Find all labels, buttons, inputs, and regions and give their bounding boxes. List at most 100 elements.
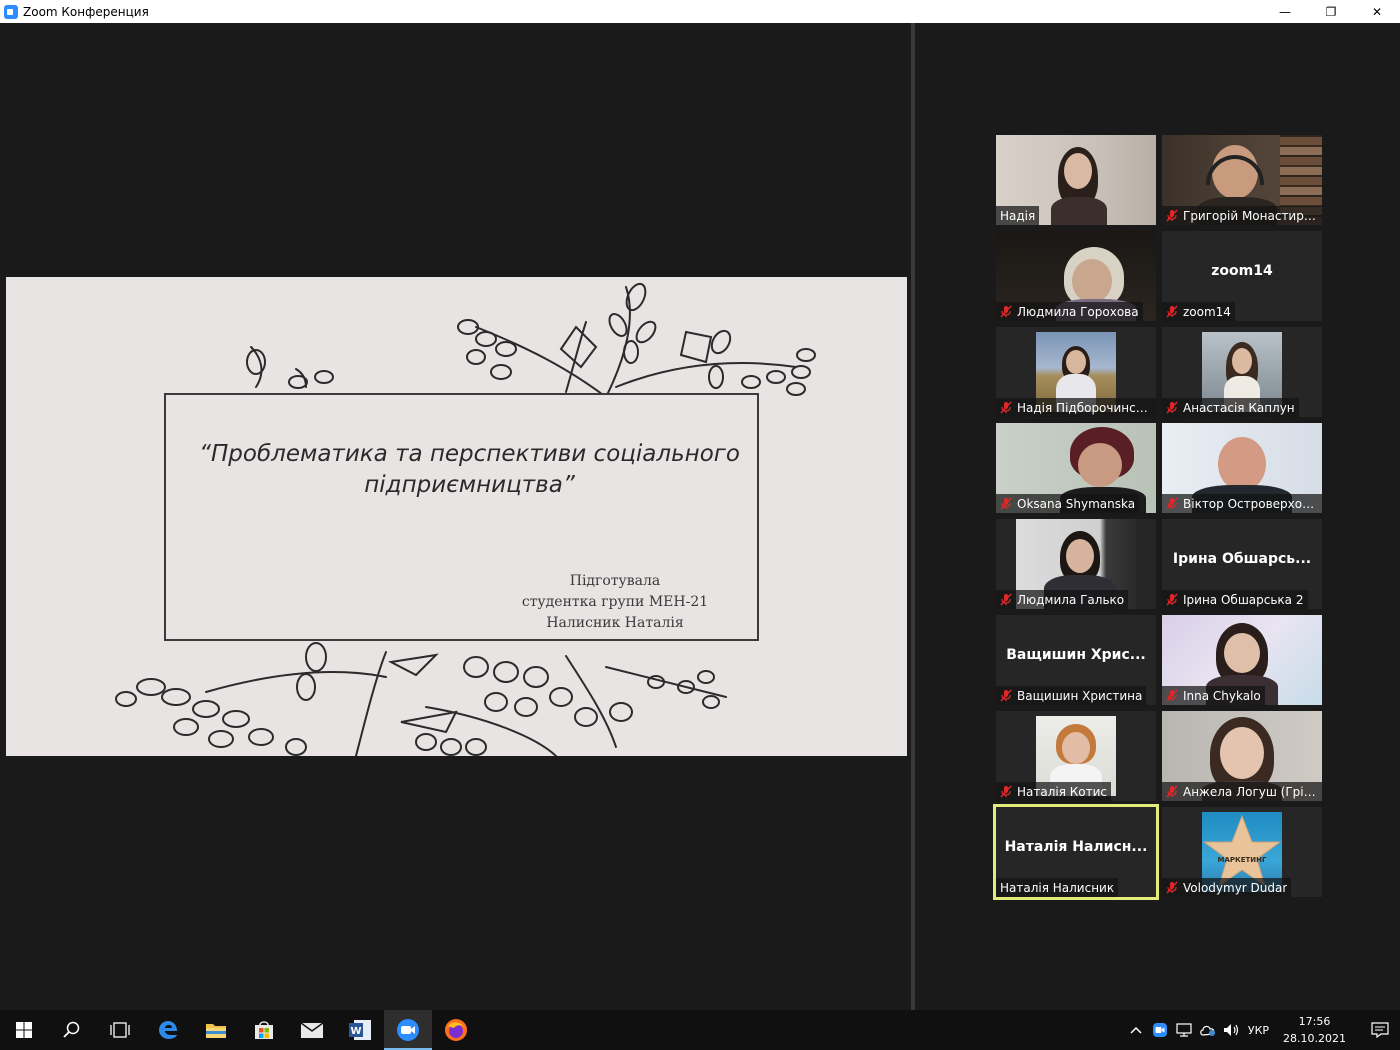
mic-muted-icon — [1166, 401, 1178, 414]
keyboard-language[interactable]: УКР — [1248, 1024, 1269, 1037]
participant-name-label: Анжела Логуш (Гріщ... — [1162, 782, 1322, 801]
participant-name-label: Надія — [996, 206, 1040, 225]
participant-name: Ірина Обшарська 2 — [1183, 592, 1304, 607]
notification-icon[interactable] — [1360, 1010, 1400, 1050]
participant-name: Наталія Котис — [1017, 784, 1108, 799]
zoom-tray-icon[interactable] — [1148, 1010, 1172, 1050]
participant-name: Inna Chykalo — [1183, 688, 1261, 703]
participant-name-label: Віктор Островерхов ... — [1162, 494, 1322, 513]
participant-name-label: Анастасія Каплун — [1162, 398, 1299, 417]
system-clock[interactable]: 17:56 28.10.2021 — [1283, 1013, 1346, 1047]
participant-name: Ващишин Христина — [1017, 688, 1143, 703]
mic-muted-icon — [1166, 593, 1178, 606]
participant-name-label: Григорій Монастирс... — [1162, 206, 1322, 225]
participant-name-label: Надія Підборочинська — [996, 398, 1156, 417]
participant-name: Людмила Галько — [1017, 592, 1125, 607]
clock-date: 28.10.2021 — [1283, 1032, 1346, 1045]
participant-name: Анжела Логуш (Гріщ... — [1183, 784, 1318, 799]
edge-icon[interactable] — [144, 1010, 192, 1050]
volume-icon[interactable] — [1220, 1010, 1244, 1050]
mic-muted-icon — [1000, 401, 1012, 414]
participant-tile[interactable]: МАРКЕТИНГ Volodymyr Dudar — [1162, 807, 1322, 897]
participant-display-name: zoom14 — [1211, 263, 1273, 279]
mic-muted-icon — [1000, 785, 1012, 798]
participant-name: Віктор Островерхов ... — [1183, 496, 1318, 511]
participant-name: Volodymyr Dudar — [1183, 880, 1288, 895]
participant-tile[interactable]: Людмила Галько — [996, 519, 1156, 609]
system-tray: УКР 17:56 28.10.2021 — [1124, 1010, 1400, 1050]
participant-tile[interactable]: Наталія Котис — [996, 711, 1156, 801]
window-titlebar: Zoom Конференция — ❐ ✕ — [0, 0, 1400, 23]
close-button[interactable]: ✕ — [1354, 0, 1400, 23]
svg-text:W: W — [350, 1026, 361, 1037]
participant-tile[interactable]: Людмила Горохова — [996, 231, 1156, 321]
participant-name-label: Ващишин Христина — [996, 686, 1147, 705]
task-view-icon[interactable] — [96, 1010, 144, 1050]
slide-author-line: Підготувала — [569, 573, 661, 589]
participant-name: zoom14 — [1183, 304, 1231, 319]
participant-name: Надія — [1000, 208, 1036, 223]
participant-name: Наталія Налисник — [1000, 880, 1115, 895]
participant-tile[interactable]: Анастасія Каплун — [1162, 327, 1322, 417]
maximize-button[interactable]: ❐ — [1308, 0, 1354, 23]
participant-name-label: Наталія Котис — [996, 782, 1112, 801]
participant-name-label: Ірина Обшарська 2 — [1162, 590, 1308, 609]
word-icon[interactable]: W — [336, 1010, 384, 1050]
slide-author-line: студентка групи МЕН-21 — [521, 594, 709, 610]
slide-author-line: Налисник Наталія — [546, 615, 684, 631]
cloud-sync-icon[interactable] — [1196, 1010, 1220, 1050]
slide-title-frame: “Проблематика та перспективи соціального… — [164, 393, 759, 641]
participant-tile[interactable]: Inna Chykalo — [1162, 615, 1322, 705]
minimize-button[interactable]: — — [1262, 0, 1308, 23]
chevron-up-icon[interactable] — [1124, 1010, 1148, 1050]
participant-tile[interactable]: Oksana Shymanska — [996, 423, 1156, 513]
network-icon[interactable] — [1172, 1010, 1196, 1050]
participant-tile[interactable]: Григорій Монастирс... — [1162, 135, 1322, 225]
zoom-icon[interactable] — [384, 1010, 432, 1050]
windows-taskbar: W УКР 17:56 28.10.2021 — [0, 1010, 1400, 1050]
participant-tile[interactable]: zoom14 zoom14 — [1162, 231, 1322, 321]
participant-name: Григорій Монастирс... — [1183, 208, 1318, 223]
participant-tile[interactable]: Анжела Логуш (Гріщ... — [1162, 711, 1322, 801]
participant-display-name: Ірина Обшарсь... — [1172, 551, 1312, 567]
logo-text: МАРКЕТИНГ — [1217, 856, 1267, 864]
participant-name: Oksana Shymanska — [1017, 496, 1136, 511]
zoom-app-icon — [4, 4, 18, 19]
participant-name-label: zoom14 — [1162, 302, 1235, 321]
participant-name-label: Oksana Shymanska — [996, 494, 1140, 513]
start-icon[interactable] — [0, 1010, 48, 1050]
slide-author: Підготувала студентка групи МЕН-21 Налис… — [495, 571, 735, 634]
participant-tile[interactable]: Надія Підборочинська — [996, 327, 1156, 417]
shared-screen-slide: “Проблематика та перспективи соціального… — [6, 277, 907, 756]
participant-display-name: Ващишин Хрис... — [1006, 647, 1146, 663]
file-explorer-icon[interactable] — [192, 1010, 240, 1050]
clock-time: 17:56 — [1298, 1015, 1331, 1028]
mail-icon[interactable] — [288, 1010, 336, 1050]
participant-tile[interactable]: Надія — [996, 135, 1156, 225]
participant-tile[interactable]: Ващишин Хрис... Ващишин Христина — [996, 615, 1156, 705]
participant-name-label: Volodymyr Dudar — [1162, 878, 1292, 897]
participant-name: Надія Підборочинська — [1017, 400, 1152, 415]
mic-muted-icon — [1000, 497, 1012, 510]
participant-name-label: Наталія Налисник — [996, 878, 1119, 897]
participant-tile-active-speaker[interactable]: Наталія Налисн... Наталія Налисник — [993, 804, 1159, 900]
mic-muted-icon — [1166, 881, 1178, 894]
participant-tile[interactable]: Ірина Обшарсь... Ірина Обшарська 2 — [1162, 519, 1322, 609]
participant-name-label: Людмила Горохова — [996, 302, 1143, 321]
participant-name-label: Людмила Галько — [996, 590, 1129, 609]
store-icon[interactable] — [240, 1010, 288, 1050]
view-splitter[interactable] — [911, 23, 915, 1010]
mic-muted-icon — [1000, 305, 1012, 318]
participant-name: Людмила Горохова — [1017, 304, 1139, 319]
participant-name-label: Inna Chykalo — [1162, 686, 1265, 705]
mic-muted-icon — [1000, 689, 1012, 702]
mic-muted-icon — [1166, 305, 1178, 318]
search-icon[interactable] — [48, 1010, 96, 1050]
mic-muted-icon — [1166, 785, 1178, 798]
participant-tile[interactable]: Віктор Островерхов ... — [1162, 423, 1322, 513]
participant-display-name: Наталія Налисн... — [1004, 839, 1148, 855]
slide-title: “Проблематика та перспективи соціального… — [199, 441, 740, 498]
participant-name: Анастасія Каплун — [1183, 400, 1295, 415]
firefox-icon[interactable] — [432, 1010, 480, 1050]
mic-muted-icon — [1166, 497, 1178, 510]
